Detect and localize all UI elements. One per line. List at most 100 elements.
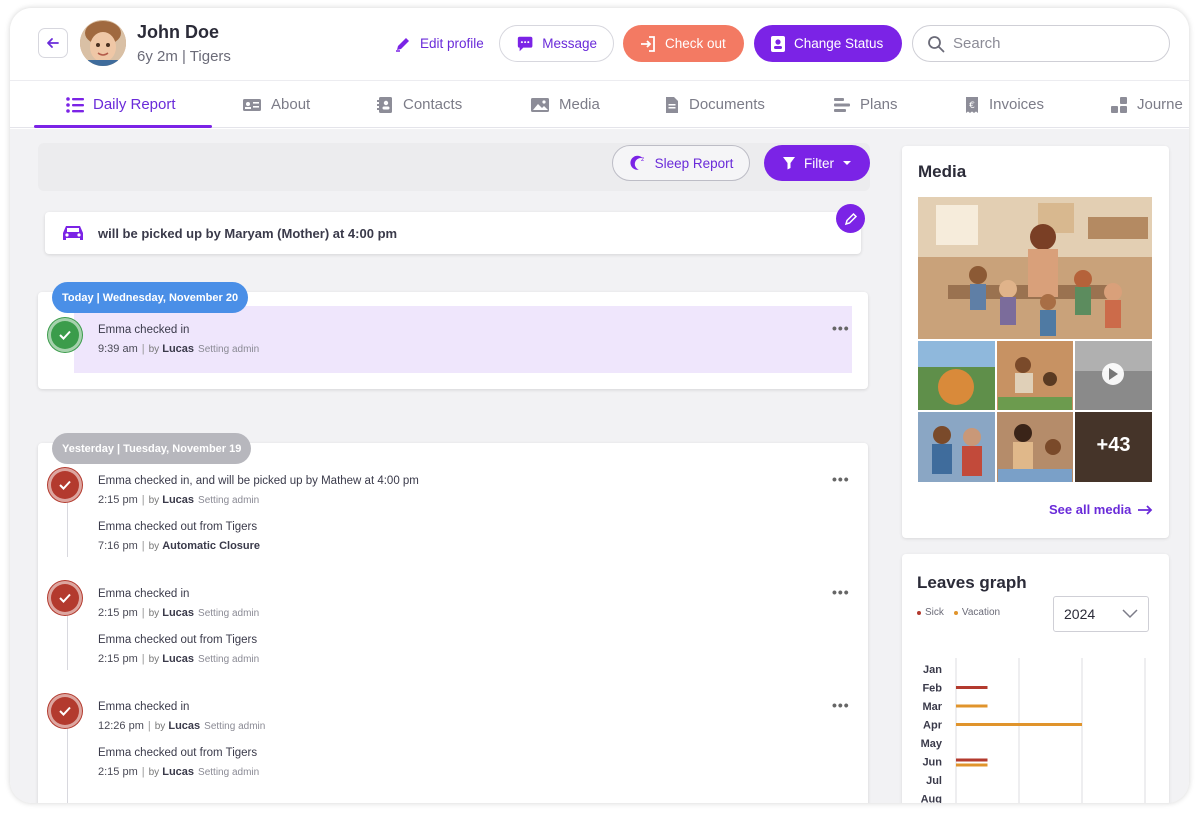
entry-author: Lucas <box>162 607 195 619</box>
entry-meta: 7:16 pm | by Automatic Closure <box>98 540 261 552</box>
date-pill-yesterday: Yesterday | Tuesday, November 19 <box>52 433 252 464</box>
entry-by: by <box>148 654 160 665</box>
more-media-count[interactable]: +43 <box>1075 434 1152 457</box>
tick-label-mar: Mar <box>922 701 942 713</box>
entry-title: Emma checked in <box>98 588 190 600</box>
timeline-line <box>67 499 68 557</box>
entry-by: by <box>148 608 160 619</box>
tab-label: Plans <box>860 96 898 113</box>
plans-icon <box>834 97 850 112</box>
tab-contacts[interactable]: Contacts <box>376 81 462 128</box>
edit-profile-button[interactable]: Edit profile <box>382 25 500 62</box>
entry-by: by <box>154 721 166 732</box>
leaves-graph-card: Leaves graph Sick Vacation 2024 Jan Feb Ma… <box>902 554 1169 803</box>
year-select[interactable]: 2024 <box>1053 596 1149 632</box>
car-icon <box>63 226 83 240</box>
more-options-icon[interactable]: ••• <box>832 584 850 600</box>
tick-label-may: May <box>921 738 943 750</box>
profile-header: John Doe 6y 2m | Tigers Edit profile Mes… <box>10 8 1189 80</box>
tab-daily-report[interactable]: Daily Report <box>66 81 176 128</box>
tab-invoices[interactable]: € Invoices <box>964 81 1044 128</box>
message-button[interactable]: Message <box>499 25 614 62</box>
entry-role: Setting admin <box>198 654 260 665</box>
tick-label-jun: Jun <box>922 757 942 769</box>
check-out-button[interactable]: Check out <box>623 25 744 62</box>
entry-time: 9:39 am <box>98 343 138 355</box>
list-icon <box>66 96 84 113</box>
tab-label: Journe <box>1137 96 1183 113</box>
entry-role: Setting admin <box>204 721 266 732</box>
tab-media[interactable]: Media <box>530 81 600 128</box>
entry-meta: 2:15 pm | by Lucas Setting admin <box>98 607 260 619</box>
bar-sick-jun <box>956 758 988 762</box>
tab-label: Daily Report <box>93 96 176 113</box>
door-exit-icon <box>641 35 655 52</box>
check-circle-icon <box>48 581 82 615</box>
entry-time: 2:15 pm <box>98 494 138 506</box>
chart-legend: Sick Vacation <box>917 607 1000 618</box>
back-button[interactable] <box>38 28 68 58</box>
entry-author: Lucas <box>168 720 201 732</box>
entry-title: Emma checked out from Tigers <box>98 634 258 646</box>
entry-by: by <box>148 541 160 552</box>
right-sidebar: Media +43 See all media Leaves graph Sic… <box>890 129 1189 803</box>
more-options-icon[interactable]: ••• <box>832 320 850 336</box>
svg-text:€: € <box>969 101 975 111</box>
entry-time: 2:15 pm <box>98 607 138 619</box>
tab-plans[interactable]: Plans <box>833 81 898 128</box>
entry-time: 2:15 pm <box>98 653 138 665</box>
id-card-icon <box>243 98 261 111</box>
contacts-icon <box>377 96 392 113</box>
more-options-icon[interactable]: ••• <box>832 697 850 713</box>
more-options-icon[interactable]: ••• <box>832 471 850 487</box>
badge-icon <box>771 35 785 52</box>
check-circle-icon <box>48 468 82 502</box>
entry-role: Setting admin <box>198 495 260 506</box>
entry-title: Emma checked in <box>98 324 190 336</box>
child-age-class: 6y 2m | Tigers <box>137 48 231 65</box>
entry-title: Emma checked out from Tigers <box>98 747 258 759</box>
pickup-notice: will be picked up by Maryam (Mother) at … <box>45 212 861 254</box>
entry-time: 12:26 pm <box>98 720 144 732</box>
check-circle-icon <box>48 318 82 352</box>
image-icon <box>531 97 549 112</box>
tab-journey[interactable]: Journe <box>1110 81 1183 128</box>
sleep-report-button[interactable]: z Sleep Report <box>612 145 750 181</box>
tab-documents[interactable]: Documents <box>664 81 765 128</box>
entry-meta: 2:15 pm | by Lucas Setting admin <box>98 653 260 665</box>
edit-pickup-button[interactable] <box>836 204 865 233</box>
entry-by: by <box>148 344 160 355</box>
entry-author: Lucas <box>162 766 195 778</box>
tab-label: About <box>271 96 311 113</box>
tab-label: Invoices <box>989 96 1045 113</box>
search-input[interactable]: Search <box>912 25 1170 62</box>
entry-author: Automatic Closure <box>162 540 261 552</box>
tab-about[interactable]: About <box>242 81 310 128</box>
check-circle-icon <box>48 694 82 728</box>
filter-button[interactable]: Filter <box>764 145 870 181</box>
daily-report-feed[interactable]: z Sleep Report Filter will be picked up … <box>10 129 890 803</box>
entry-author: Lucas <box>162 494 195 506</box>
entry-title: Emma checked out from Tigers <box>98 521 258 533</box>
search-icon <box>928 35 945 52</box>
chevron-down-icon <box>1122 609 1138 619</box>
arrow-right-icon <box>1138 504 1153 515</box>
entry-author: Lucas <box>162 653 195 665</box>
check-out-label: Check out <box>665 36 726 51</box>
yesterday-card: Emma checked in, and will be picked up b… <box>38 443 868 803</box>
child-name: John Doe <box>137 22 220 42</box>
blocks-icon <box>1111 96 1127 113</box>
tick-label-jul: Jul <box>926 775 942 787</box>
date-pill-today: Today | Wednesday, November 20 <box>52 282 249 313</box>
entry-role: Setting admin <box>198 344 260 355</box>
svg-text:z: z <box>641 156 644 163</box>
see-all-media-link[interactable]: See all media <box>1049 502 1153 517</box>
entry-title: Emma checked in, and will be picked up b… <box>98 475 419 487</box>
message-label: Message <box>542 36 597 51</box>
highlighted-entry[interactable] <box>74 306 852 373</box>
entry-role: Setting admin <box>198 767 260 778</box>
chat-icon <box>517 36 533 51</box>
filter-icon <box>783 157 795 170</box>
entry-time: 2:15 pm <box>98 766 138 778</box>
change-status-button[interactable]: Change Status <box>754 25 902 62</box>
